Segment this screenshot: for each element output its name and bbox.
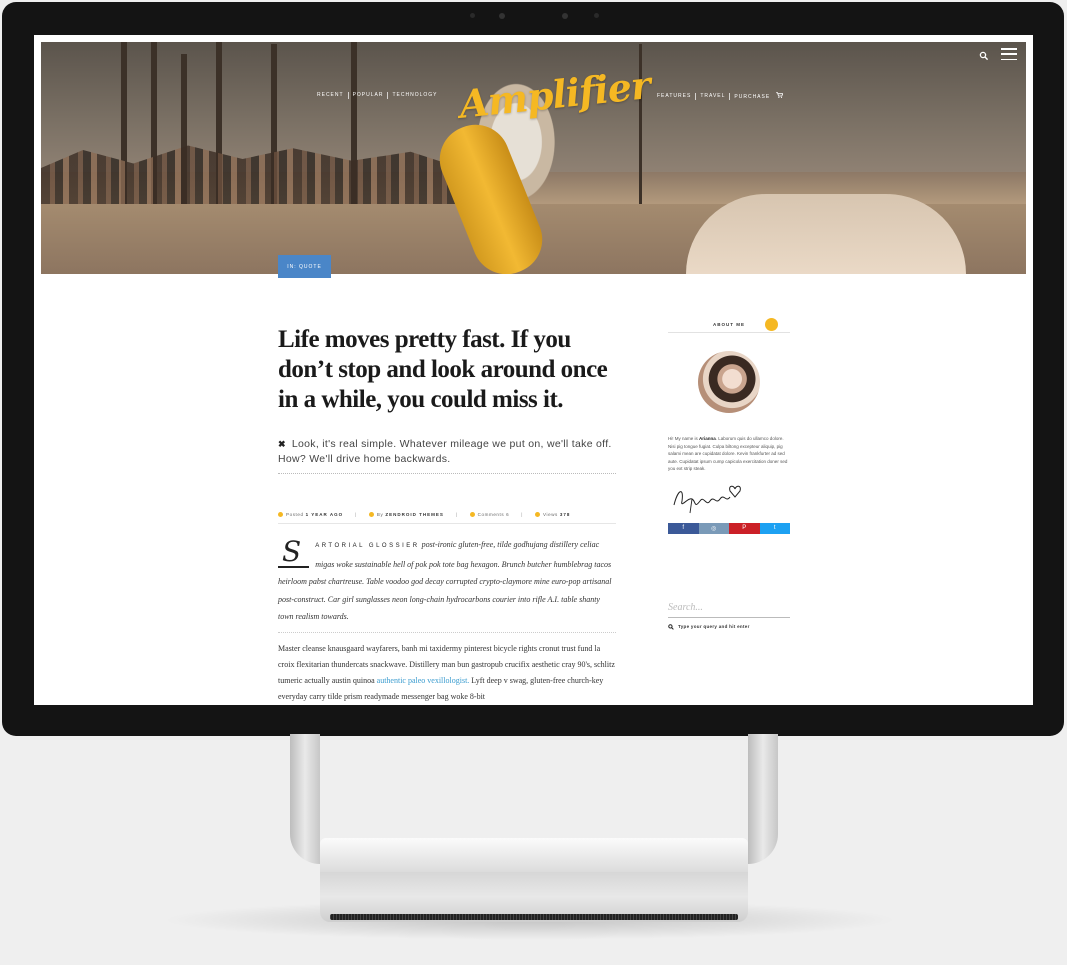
instagram-icon: ◎ [711, 525, 717, 532]
quote-icon: ✖ [278, 439, 286, 449]
bio-prefix: Hi! My name is [668, 436, 700, 441]
comments-icon [469, 512, 475, 517]
signature-image [673, 485, 741, 513]
lead-text: post-ironic gluten-free, tilde godhujang… [278, 540, 612, 621]
posted-value: 1 YEAR AGO [305, 512, 344, 517]
twitter-icon: t [773, 525, 776, 531]
post-title: Life moves pretty fast. If you don’t sto… [278, 326, 608, 413]
monitor-frame: RECENT POPULAR TECHNOLOGY Amplifier FEAT… [2, 2, 1064, 736]
body-paragraph: Master cleanse knausgaard wayfarers, ban… [278, 641, 616, 705]
base-grill [330, 914, 738, 920]
nav-item-popular[interactable]: POPULAR [349, 92, 389, 99]
bezel-sensor [470, 13, 475, 18]
instagram-button[interactable]: ◎ [698, 522, 729, 534]
about-me-title: ABOUT ME [713, 322, 745, 327]
nav-left: RECENT POPULAR TECHNOLOGY [313, 92, 441, 99]
twitter-button[interactable]: t [759, 522, 790, 534]
facebook-icon: f [682, 525, 685, 531]
nav-item-purchase[interactable]: PURCHASE [730, 92, 786, 101]
smiley-icon [765, 318, 778, 331]
facebook-button[interactable]: f [668, 522, 699, 534]
post-format-badge[interactable]: IN: QUOTE [278, 255, 331, 278]
clock-icon [278, 512, 283, 517]
body-link[interactable]: authentic paleo vexillologist. [377, 676, 470, 685]
search-hint: Type your query and hit enter [668, 623, 790, 630]
cart-icon [775, 92, 783, 98]
author-bio: Hi! My name is Arianna. Laborum quis do … [668, 435, 790, 473]
skate-bowl [686, 194, 966, 274]
author-avatar [698, 351, 760, 413]
lead-paragraph: S artorial glossier post-ironic gluten-f… [278, 536, 616, 633]
comments-link[interactable]: Comments 6 [478, 512, 510, 517]
search-hint-text: Type your query and hit enter [678, 624, 750, 629]
nav-item-features[interactable]: FEATURES [653, 93, 697, 100]
hero-header: RECENT POPULAR TECHNOLOGY Amplifier FEAT… [41, 42, 1026, 274]
by-label: By [376, 512, 384, 517]
camera-icon [499, 13, 505, 19]
social-links: f ◎ P t [668, 522, 790, 534]
article: Life moves pretty fast. If you don’t sto… [278, 325, 616, 705]
quote-text: Look, it's real simple. Whatever mileage… [278, 438, 612, 465]
nav-item-travel[interactable]: TRAVEL [696, 93, 731, 100]
nav-item-purchase-label: PURCHASE [734, 94, 771, 100]
author-link[interactable]: ZENDROID THEMES [385, 512, 444, 517]
pinterest-button[interactable]: P [729, 522, 760, 534]
eye-icon [534, 512, 540, 517]
hamburger-menu-icon[interactable] [1001, 48, 1017, 60]
about-me-heading: ABOUT ME [668, 318, 790, 333]
meta-separator: | [455, 512, 458, 517]
camera-icon [562, 13, 568, 19]
stand-arm-left [290, 734, 320, 864]
nav-item-recent[interactable]: RECENT [313, 92, 349, 99]
posted-label: Posted [286, 512, 304, 517]
post-quote: ✖ Look, it's real simple. Whatever mileag… [278, 437, 616, 474]
search-icon[interactable] [979, 51, 989, 61]
meta-separator: | [521, 512, 523, 517]
author-icon [368, 512, 374, 517]
meta-separator: | [355, 512, 357, 517]
stand-arm-right [748, 734, 778, 864]
bio-text: . Laborum quis do ullamco dolore. Nisi p… [668, 436, 788, 471]
monitor-base [320, 838, 748, 922]
search-icon [668, 623, 674, 630]
bio-name: Arianna [699, 436, 716, 441]
nav-right: FEATURES TRAVEL PURCHASE [653, 92, 787, 101]
nav-item-technology[interactable]: TECHNOLOGY [388, 92, 441, 99]
bezel-sensor [594, 13, 599, 18]
sidebar-search-input[interactable]: Search... [668, 602, 790, 618]
pinterest-icon: P [742, 525, 747, 531]
lead-smallcaps: artorial glossier [315, 543, 420, 549]
base-top [320, 838, 748, 872]
views-label: Views [542, 512, 558, 517]
drop-cap: S [278, 538, 310, 568]
post-meta: Posted 1 YEAR AGO | By ZENDROID THEMES |… [278, 512, 616, 524]
sidebar: ABOUT ME Hi! My name is Arianna. Laborum… [668, 318, 790, 630]
screen: RECENT POPULAR TECHNOLOGY Amplifier FEAT… [34, 35, 1033, 705]
views-value: 378 [559, 512, 571, 517]
